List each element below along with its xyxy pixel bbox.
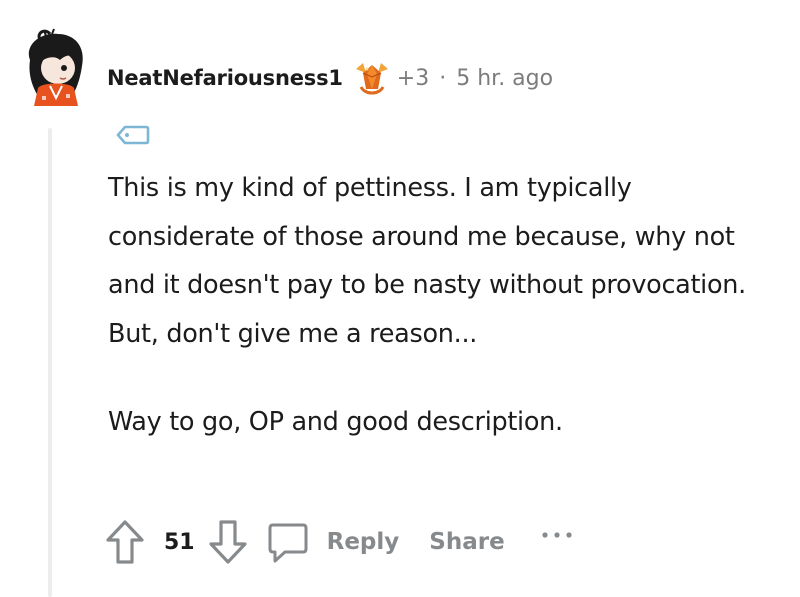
meta-separator: · [439,65,447,91]
comment-body: This is my kind of pettiness. I am typic… [108,164,768,447]
award-count: +3 [396,65,430,91]
thread-line[interactable] [48,128,52,597]
comment-paragraph: Way to go, OP and good description. [108,407,563,437]
upvote-arrow-icon[interactable] [104,518,146,566]
comment-header: NeatNefariousness1 +3 · 5 hr. ago [107,58,553,98]
tag-icon [116,124,150,146]
reply-label: Reply [326,529,400,555]
timestamp[interactable]: 5 hr. ago [456,66,553,91]
ellipsis-icon[interactable] [539,527,579,557]
crystal-award-icon[interactable] [353,59,391,97]
comment-actions: 51 Reply Share [104,515,579,569]
speech-bubble-icon [267,519,309,565]
comment: NeatNefariousness1 +3 · 5 hr. ago This i… [0,0,800,597]
vote-score: 51 [164,529,195,555]
share-button[interactable]: Share [429,529,504,555]
comment-paragraph: This is my kind of pettiness. I am typic… [108,173,746,349]
avatar[interactable] [16,26,94,110]
username-link[interactable]: NeatNefariousness1 [107,66,343,90]
reply-button[interactable]: Reply [267,519,400,565]
comment-meta: +3 · 5 hr. ago [397,66,553,91]
downvote-arrow-icon[interactable] [207,518,249,566]
